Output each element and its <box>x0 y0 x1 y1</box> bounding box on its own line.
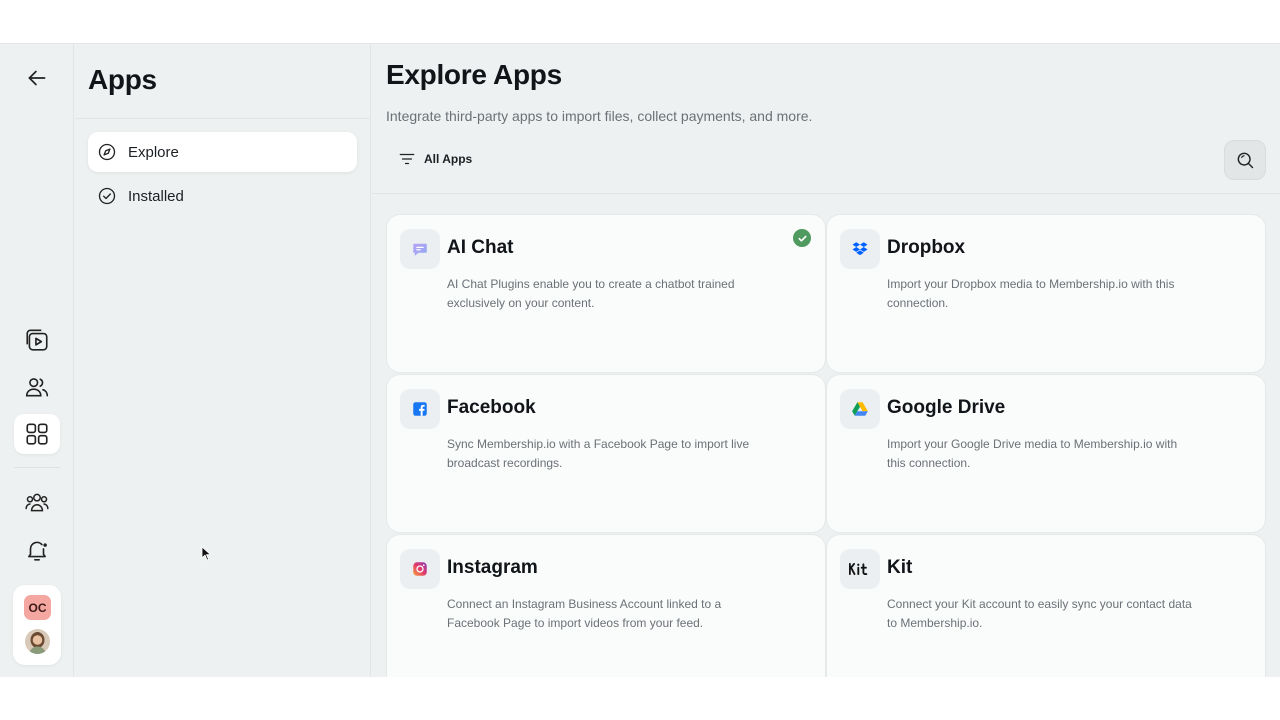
search-button[interactable] <box>1224 140 1266 180</box>
app-window: OC Apps Explore Installed Explore Apps I… <box>0 44 1280 677</box>
sidebar-item-label: Installed <box>128 187 184 205</box>
filter-icon <box>399 153 415 165</box>
compass-icon <box>98 143 116 161</box>
app-card-ai-chat[interactable]: AI Chat AI Chat Plugins enable you to cr… <box>386 214 826 373</box>
rail-divider <box>14 467 60 468</box>
app-description: Connect your Kit account to easily sync … <box>887 597 1192 630</box>
video-library-icon <box>26 329 48 351</box>
sidebar-title: Apps <box>88 64 157 95</box>
app-name: Facebook <box>447 397 536 418</box>
users-icon <box>25 378 49 397</box>
app-icon-tile <box>840 229 880 269</box>
app-name: Google Drive <box>887 397 1006 418</box>
google-drive-icon <box>852 402 868 416</box>
app-description: Sync Membership.io with a Facebook Page … <box>447 437 750 470</box>
icon-rail: OC <box>0 44 74 677</box>
check-circle-icon <box>98 187 116 205</box>
rail-community-button[interactable] <box>14 482 60 522</box>
sidebar-item-explore[interactable]: Explore <box>88 132 357 172</box>
sidebar-item-installed[interactable]: Installed <box>88 176 357 216</box>
instagram-icon <box>413 562 427 576</box>
dropbox-icon <box>852 242 868 256</box>
rail-apps-button[interactable] <box>14 414 60 454</box>
app-description: Import your Google Drive media to Member… <box>887 437 1178 470</box>
app-card-dropbox[interactable]: Dropbox Import your Dropbox media to Mem… <box>826 214 1266 373</box>
sidebar-item-label: Explore <box>128 143 179 161</box>
top-bar <box>0 0 1280 44</box>
back-arrow-icon <box>28 70 46 86</box>
toolbar-divider <box>372 193 1280 194</box>
app-description: Import your Dropbox media to Membership.… <box>887 277 1175 310</box>
app-card-kit[interactable]: Kit Connect your Kit account to easily s… <box>826 534 1266 677</box>
page-title: Explore Apps <box>386 59 562 90</box>
mouse-pointer-icon <box>201 546 211 561</box>
notification-bell-icon <box>28 541 47 561</box>
filter-dropdown[interactable]: All Apps <box>398 150 472 168</box>
bottom-bar <box>0 677 1280 720</box>
search-icon <box>1237 152 1254 169</box>
app-description: Connect an Instagram Business Account li… <box>447 597 722 630</box>
app-icon-tile <box>400 549 440 589</box>
apps-sidebar: Apps Explore Installed <box>75 44 371 677</box>
apps-grid-icon <box>26 423 48 445</box>
sidebar-divider <box>75 118 371 119</box>
app-icon-tile <box>400 229 440 269</box>
app-icon-tile <box>840 389 880 429</box>
app-icon-tile <box>400 389 440 429</box>
chat-bubble-icon <box>413 243 427 256</box>
filter-label: All Apps <box>424 152 473 166</box>
profile-switcher[interactable]: OC <box>13 585 61 665</box>
kit-icon <box>849 563 868 575</box>
app-description: AI Chat Plugins enable you to create a c… <box>447 277 735 310</box>
rail-videos-button[interactable] <box>14 320 60 360</box>
workspace-badge[interactable]: OC <box>24 595 51 620</box>
rail-members-button[interactable] <box>14 367 60 407</box>
app-name: AI Chat <box>447 237 514 258</box>
rail-notifications-button[interactable] <box>14 530 60 570</box>
app-card-facebook[interactable]: Facebook Sync Membership.io with a Faceb… <box>386 374 826 533</box>
app-name: Kit <box>887 557 913 578</box>
main-content: Explore Apps Integrate third-party apps … <box>372 44 1280 677</box>
facebook-icon <box>413 402 427 416</box>
app-name: Dropbox <box>887 237 966 258</box>
page-subtitle: Integrate third-party apps to import fil… <box>386 108 813 124</box>
app-name: Instagram <box>447 557 538 578</box>
back-button[interactable] <box>14 58 60 98</box>
avatar[interactable] <box>25 629 50 654</box>
community-icon <box>25 493 49 512</box>
app-card-instagram[interactable]: Instagram Connect an Instagram Business … <box>386 534 826 677</box>
checkmark-icon <box>797 235 807 242</box>
app-icon-tile <box>840 549 880 589</box>
app-card-google-drive[interactable]: Google Drive Import your Google Drive me… <box>826 374 1266 533</box>
installed-badge <box>793 229 811 247</box>
